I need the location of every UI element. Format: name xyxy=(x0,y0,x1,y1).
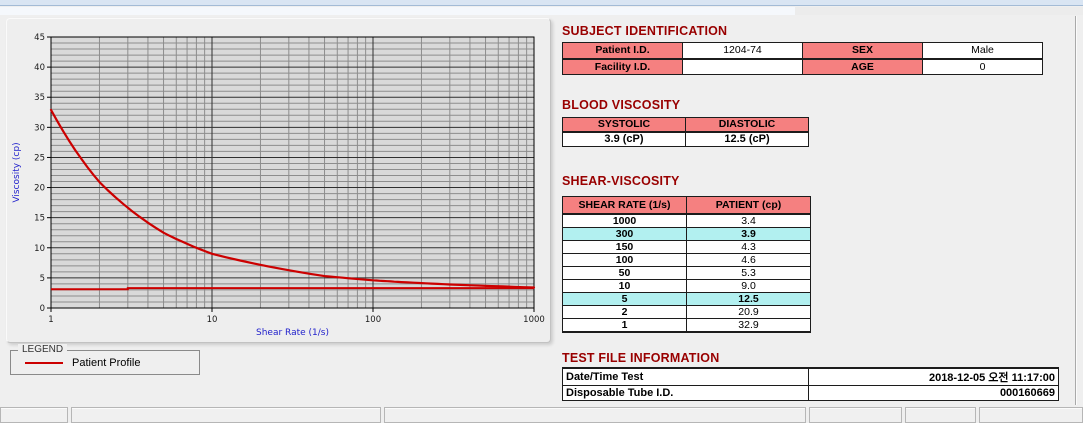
svg-text:10: 10 xyxy=(34,244,45,254)
svg-text:Viscosity (cp): Viscosity (cp) xyxy=(12,142,22,202)
diastolic-header: DIASTOLIC xyxy=(685,117,809,133)
patient-value-cell: 4.6 xyxy=(686,252,811,267)
svg-text:5: 5 xyxy=(40,274,45,284)
table-row: Date/Time Test 2018-12-05 오전 11:17:00 xyxy=(562,367,1059,386)
shear-rate-cell: 10 xyxy=(562,278,687,293)
legend-box: LEGEND Patient Profile xyxy=(10,344,200,375)
window-sub-strip-right xyxy=(795,7,1083,15)
svg-text:1: 1 xyxy=(48,315,53,325)
disposable-tube-id-value: 000160669 xyxy=(808,385,1059,401)
window-top-strip xyxy=(0,0,1083,6)
table-row: 150 4.3 xyxy=(562,239,811,254)
patient-value-cell: 32.9 xyxy=(686,317,811,333)
table-row: Facility I.D. AGE 0 xyxy=(562,58,1043,75)
table-row: Disposable Tube I.D. 000160669 xyxy=(562,385,1059,401)
table-header-row: SHEAR RATE (1/s) PATIENT (cp) xyxy=(562,196,811,215)
subject-identification-table: Patient I.D. 1204-74 SEX Male Facility I… xyxy=(562,42,1043,75)
shear-rate-cell: 2 xyxy=(562,304,687,319)
status-bar xyxy=(0,407,1083,423)
table-row: 300 3.9 xyxy=(562,226,811,241)
svg-text:0: 0 xyxy=(40,304,45,314)
test-file-information-table: Date/Time Test 2018-12-05 오전 11:17:00 Di… xyxy=(562,367,1059,401)
date-time-test-label: Date/Time Test xyxy=(562,367,809,386)
systolic-header: SYSTOLIC xyxy=(562,117,686,133)
status-panel xyxy=(0,407,68,423)
shear-rate-cell: 100 xyxy=(562,252,687,267)
subject-identification-title: SUBJECT IDENTIFICATION xyxy=(562,24,728,38)
table-row: Patient I.D. 1204-74 SEX Male xyxy=(562,42,1043,60)
sex-value: Male xyxy=(922,42,1043,60)
patient-value-cell: 4.3 xyxy=(686,239,811,254)
shear-rate-cell: 5 xyxy=(562,291,687,306)
legend-caption: LEGEND xyxy=(18,344,68,355)
disposable-tube-id-label: Disposable Tube I.D. xyxy=(562,385,809,401)
status-panel xyxy=(384,407,806,423)
svg-text:Shear Rate (1/s): Shear Rate (1/s) xyxy=(256,328,329,338)
svg-text:20: 20 xyxy=(34,184,45,194)
patient-cp-header: PATIENT (cp) xyxy=(686,196,811,215)
patient-value-cell: 20.9 xyxy=(686,304,811,319)
svg-text:40: 40 xyxy=(34,63,45,73)
svg-text:100: 100 xyxy=(365,315,381,325)
blood-viscosity-table: SYSTOLIC DIASTOLIC 3.9 (cP) 12.5 (cP) xyxy=(562,117,809,147)
table-row: 100 4.6 xyxy=(562,252,811,267)
table-row: SYSTOLIC DIASTOLIC xyxy=(562,117,809,133)
shear-viscosity-title: SHEAR-VISCOSITY xyxy=(562,174,680,188)
svg-text:10: 10 xyxy=(207,315,218,325)
test-file-information-title: TEST FILE INFORMATION xyxy=(562,351,720,365)
svg-text:15: 15 xyxy=(34,214,45,224)
status-panel xyxy=(71,407,381,423)
table-row: 3.9 (cP) 12.5 (cP) xyxy=(562,131,809,147)
svg-text:35: 35 xyxy=(34,93,45,103)
sex-label: SEX xyxy=(802,42,923,60)
shear-viscosity-table: SHEAR RATE (1/s) PATIENT (cp) 1000 3.4 30… xyxy=(562,196,811,333)
patient-id-value: 1204-74 xyxy=(682,42,803,60)
svg-text:45: 45 xyxy=(34,33,45,43)
shear-rate-cell: 150 xyxy=(562,239,687,254)
patient-value-cell: 3.4 xyxy=(686,213,811,228)
report-window: 0 5 10 15 20 25 30 35 40 45 1 10 100 1000 Viscosity (c… xyxy=(0,0,1083,423)
patient-value-cell: 9.0 xyxy=(686,278,811,293)
panel-right-groove xyxy=(1075,16,1076,405)
facility-id-label: Facility I.D. xyxy=(562,58,683,75)
table-row: 10 9.0 xyxy=(562,278,811,293)
systolic-value: 3.9 (cP) xyxy=(562,131,686,147)
patient-id-label: Patient I.D. xyxy=(562,42,683,60)
svg-text:1000: 1000 xyxy=(523,315,545,325)
shear-rate-header: SHEAR RATE (1/s) xyxy=(562,196,687,215)
shear-rate-cell: 50 xyxy=(562,265,687,280)
shear-rate-cell: 1 xyxy=(562,317,687,333)
diastolic-value: 12.5 (cP) xyxy=(685,131,809,147)
table-row: 50 5.3 xyxy=(562,265,811,280)
facility-id-value xyxy=(682,58,803,75)
age-value: 0 xyxy=(922,58,1043,75)
status-panel xyxy=(979,407,1083,423)
status-panel xyxy=(905,407,976,423)
table-row: 5 12.5 xyxy=(562,291,811,306)
viscosity-chart-panel: 0 5 10 15 20 25 30 35 40 45 1 10 100 1000 Viscosity (c… xyxy=(6,18,551,343)
svg-text:30: 30 xyxy=(34,123,45,133)
table-row: 1000 3.4 xyxy=(562,213,811,228)
svg-text:25: 25 xyxy=(34,153,45,163)
shear-rate-cell: 300 xyxy=(562,226,687,241)
table-row: 2 20.9 xyxy=(562,304,811,319)
patient-value-cell: 5.3 xyxy=(686,265,811,280)
status-panel xyxy=(809,407,902,423)
age-label: AGE xyxy=(802,58,923,75)
shear-viscosity-graph: 0 5 10 15 20 25 30 35 40 45 1 10 100 1000 Viscosity (c… xyxy=(12,33,545,338)
patient-value-cell: 12.5 xyxy=(686,291,811,306)
table-row: 1 32.9 xyxy=(562,317,811,333)
legend-entry-patient-profile: Patient Profile xyxy=(72,356,141,369)
window-sub-strip xyxy=(0,7,1083,15)
blood-viscosity-title: BLOOD VISCOSITY xyxy=(562,98,681,112)
patient-profile-line-swatch xyxy=(25,361,63,364)
patient-value-cell: 3.9 xyxy=(686,226,811,241)
shear-rate-cell: 1000 xyxy=(562,213,687,228)
date-time-test-value: 2018-12-05 오전 11:17:00 xyxy=(808,367,1059,386)
